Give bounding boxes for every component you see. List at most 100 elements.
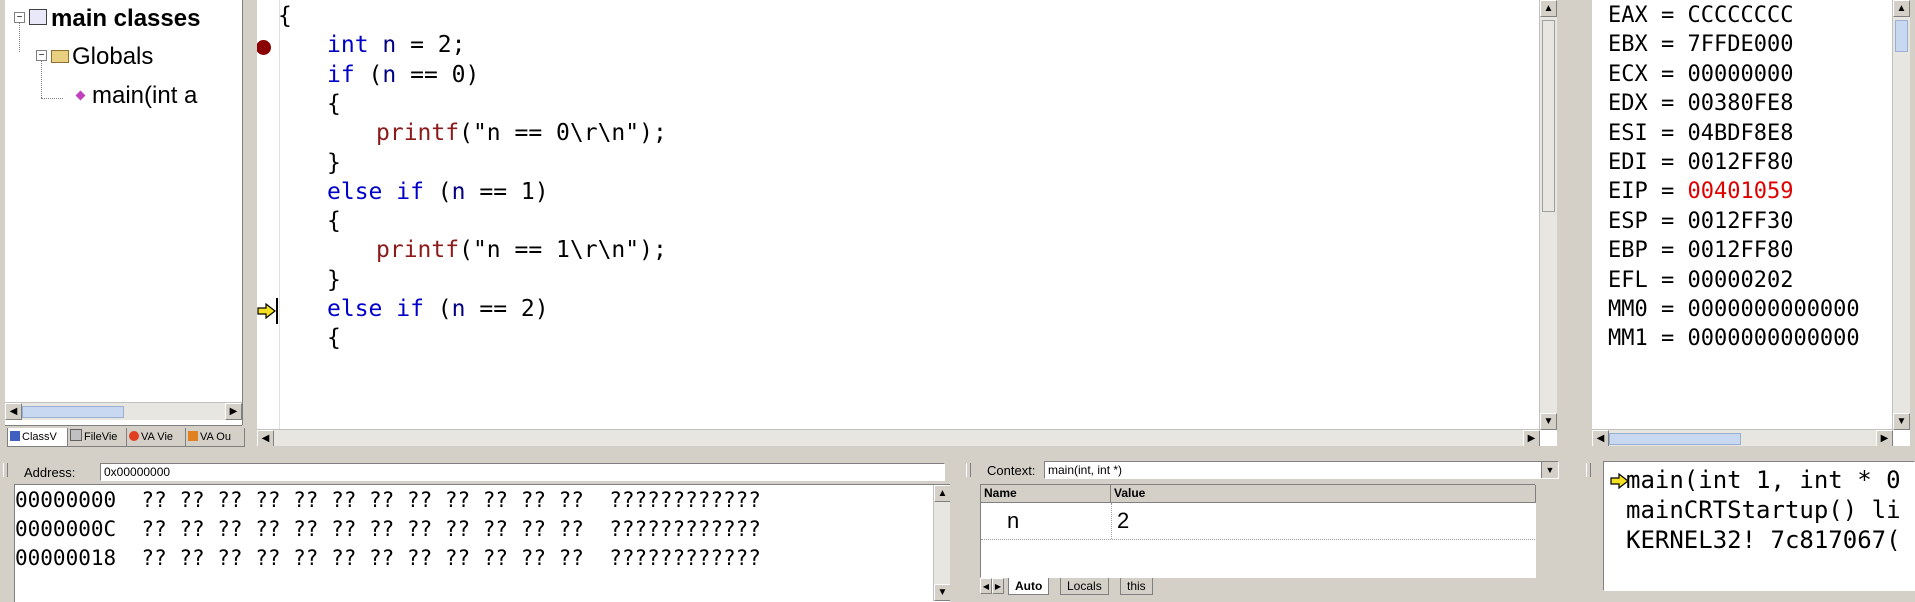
panel-grip[interactable] (966, 463, 971, 477)
register-row[interactable]: EIP = 00401059 (1608, 179, 1793, 204)
register-value[interactable]: 0000000000000 (1687, 297, 1859, 322)
memory-row[interactable]: 00000018 ?? ?? ?? ?? ?? ?? ?? ?? ?? ?? ?… (15, 546, 761, 570)
scroll-left-icon[interactable]: ◀ (5, 403, 22, 420)
tab-classview[interactable]: ClassV (7, 428, 69, 447)
callstack-frame[interactable]: KERNEL32! 7c817067( (1626, 526, 1901, 554)
code-line[interactable]: else if (n == 1) (327, 179, 549, 205)
var-value[interactable]: 2 (1117, 508, 1129, 534)
code-token: int (327, 32, 369, 59)
register-row[interactable]: EDI = 0012FF80 (1608, 150, 1793, 175)
scroll-thumb[interactable] (1895, 20, 1908, 52)
source-editor[interactable]: { int n = 2; if (n == 0) { printf("n == 0\r\… (257, 0, 1557, 446)
code-token: printf (376, 120, 460, 147)
vertical-scrollbar[interactable]: ▲ ▼ (1539, 0, 1557, 430)
register-row[interactable]: EDX = 00380FE8 (1608, 91, 1793, 116)
register-row[interactable]: ESP = 0012FF30 (1608, 209, 1793, 234)
scroll-right-icon[interactable]: ▶ (1523, 430, 1540, 446)
variables-panel: Context: main(int, int *) ▼ Name Value n… (963, 459, 1568, 602)
tab-scroll-left-icon[interactable]: ◀ (980, 578, 992, 594)
variables-grid[interactable]: Name Value n 2 (980, 484, 1536, 578)
table-row[interactable]: n 2 (981, 503, 1535, 540)
tree-function-main[interactable]: main(int a (92, 82, 197, 110)
code-line[interactable]: printf("n == 0\r\n"); (376, 120, 667, 146)
va-outline-icon (188, 431, 198, 441)
register-row[interactable]: EBP = 0012FF80 (1608, 238, 1793, 263)
scroll-up-icon[interactable]: ▲ (934, 485, 950, 502)
vertical-scrollbar[interactable]: ▲ ▼ (1892, 0, 1910, 430)
col-header-value[interactable]: Value (1111, 485, 1536, 503)
col-header-name[interactable]: Name (981, 485, 1111, 503)
tab-fileview[interactable]: FileVie (67, 428, 128, 447)
scroll-left-icon[interactable]: ◀ (1592, 430, 1609, 446)
scroll-down-icon[interactable]: ▼ (934, 584, 950, 601)
scroll-down-icon[interactable]: ▼ (1540, 413, 1557, 430)
register-row[interactable]: MM0 = 0000000000000 (1608, 297, 1860, 322)
register-value[interactable]: 0000000000000 (1687, 326, 1859, 351)
register-value[interactable]: CCCCCCCC (1687, 3, 1793, 28)
code-line[interactable]: else if (n == 2) (327, 296, 549, 322)
tree-globals-label[interactable]: Globals (72, 43, 153, 71)
scroll-up-icon[interactable]: ▲ (1893, 0, 1910, 17)
panel-grip[interactable] (3, 463, 8, 477)
register-value[interactable]: 00000000 (1687, 62, 1793, 87)
code-line[interactable]: if (n == 0) (327, 62, 479, 88)
address-input[interactable]: 0x00000000 (100, 463, 945, 481)
register-value[interactable]: 0012FF30 (1687, 209, 1793, 234)
text-caret (276, 298, 278, 324)
collapse-icon[interactable]: − (36, 50, 47, 61)
editor-gutter[interactable] (257, 0, 280, 430)
code-line[interactable]: printf("n == 1\r\n"); (376, 237, 667, 263)
scroll-thumb[interactable] (1609, 433, 1741, 445)
memory-row[interactable]: 00000000 ?? ?? ?? ?? ?? ?? ?? ?? ?? ?? ?… (15, 488, 761, 512)
code-line[interactable]: } (327, 267, 341, 293)
scroll-up-icon[interactable]: ▲ (1540, 0, 1557, 17)
panel-grip[interactable] (1586, 463, 1591, 477)
scroll-thumb[interactable] (1542, 20, 1555, 212)
code-line[interactable]: int n = 2; (327, 32, 466, 58)
register-row[interactable]: MM1 = 0000000000000 (1608, 326, 1860, 351)
memory-row[interactable]: 0000000C ?? ?? ?? ?? ?? ?? ?? ?? ?? ?? ?… (15, 517, 761, 541)
tab-this[interactable]: this (1120, 578, 1153, 595)
register-value[interactable]: 00380FE8 (1687, 91, 1793, 116)
scroll-left-icon[interactable]: ◀ (257, 430, 274, 446)
code-line[interactable]: } (327, 150, 341, 176)
code-line[interactable]: { (327, 91, 341, 117)
breakpoint-icon[interactable] (257, 40, 271, 56)
collapse-icon[interactable]: − (14, 12, 25, 23)
tab-scroll-right-icon[interactable]: ▶ (992, 578, 1004, 594)
register-value[interactable]: 04BDF8E8 (1687, 121, 1793, 146)
register-row[interactable]: ECX = 00000000 (1608, 62, 1793, 87)
code-line[interactable]: { (327, 208, 341, 234)
scroll-right-icon[interactable]: ▶ (1876, 430, 1893, 446)
register-value[interactable]: 0012FF80 (1687, 150, 1793, 175)
scroll-down-icon[interactable]: ▼ (1893, 413, 1910, 430)
code-line[interactable]: { (278, 3, 292, 29)
vertical-scrollbar[interactable]: ▲ ▼ (933, 485, 950, 601)
callstack-list[interactable]: main(int 1, int * 0 mainCRTStartup() li KE… (1603, 461, 1915, 591)
register-row[interactable]: EFL = 00000202 (1608, 268, 1793, 293)
horizontal-scrollbar[interactable]: ◀ ▶ (1592, 429, 1893, 446)
register-value[interactable]: 00000202 (1687, 268, 1793, 293)
scroll-thumb[interactable] (22, 406, 124, 418)
register-row[interactable]: EAX = CCCCCCCC (1608, 3, 1793, 28)
scroll-right-icon[interactable]: ▶ (225, 403, 242, 420)
tab-auto[interactable]: Auto (1008, 578, 1050, 595)
context-dropdown[interactable]: main(int, int *) ▼ (1044, 461, 1559, 479)
register-value[interactable]: 7FFDE000 (1687, 32, 1793, 57)
horizontal-scrollbar[interactable]: ◀ ▶ (257, 429, 1540, 446)
register-row[interactable]: EBX = 7FFDE000 (1608, 32, 1793, 57)
register-row[interactable]: ESI = 04BDF8E8 (1608, 121, 1793, 146)
horizontal-scrollbar[interactable]: ◀ ▶ (5, 402, 242, 420)
tab-locals[interactable]: Locals (1060, 578, 1109, 595)
callstack-frame[interactable]: main(int 1, int * 0 (1626, 466, 1901, 494)
code-line[interactable]: { (327, 325, 341, 351)
register-value[interactable]: 00401059 (1687, 179, 1793, 204)
tab-va-view[interactable]: VA Vie (126, 428, 187, 447)
register-value[interactable]: 0012FF80 (1687, 238, 1793, 263)
tree-root-label[interactable]: main classes (51, 5, 200, 33)
variables-tabbar: ◀ ▶ Auto Locals this (980, 578, 1534, 596)
chevron-down-icon[interactable]: ▼ (1541, 462, 1558, 478)
callstack-frame[interactable]: mainCRTStartup() li (1626, 496, 1901, 524)
memory-dump[interactable]: 00000000 ?? ?? ?? ?? ?? ?? ?? ?? ?? ?? ?… (14, 484, 950, 602)
tab-va-outline[interactable]: VA Ou (185, 428, 245, 447)
